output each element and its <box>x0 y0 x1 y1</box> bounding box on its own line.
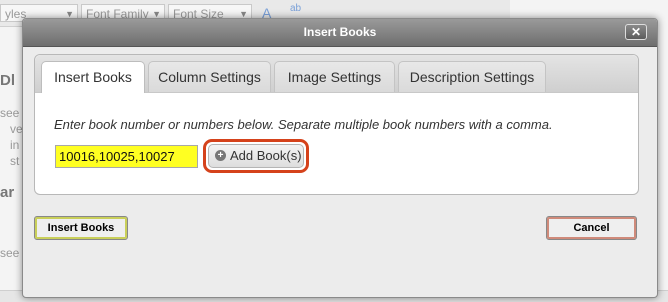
bg-fragment: ar <box>0 184 15 201</box>
instruction-text: Enter book number or numbers below. Sepa… <box>54 117 553 132</box>
close-button[interactable]: ✕ <box>625 24 647 40</box>
tab-image-settings[interactable]: Image Settings <box>274 61 395 92</box>
tab-insert-books[interactable]: Insert Books <box>41 61 145 93</box>
bg-fragment: Dl <box>0 72 15 89</box>
add-books-button[interactable]: + Add Book(s) <box>208 144 304 168</box>
insert-books-dialog: Insert Books ✕ Insert Books Column Setti… <box>22 18 658 298</box>
bg-fragment: see <box>0 246 20 260</box>
close-icon: ✕ <box>630 25 642 39</box>
book-numbers-input[interactable] <box>55 145 198 168</box>
tab-bar: Insert Books Column Settings Image Setti… <box>35 55 638 93</box>
bg-fragment: see <box>0 106 20 120</box>
plus-circle-icon: + <box>215 150 226 162</box>
tab-description-settings[interactable]: Description Settings <box>398 61 546 92</box>
tab-column-settings[interactable]: Column Settings <box>148 61 271 92</box>
cancel-button[interactable]: Cancel <box>546 216 637 240</box>
insert-books-button[interactable]: Insert Books <box>34 216 128 240</box>
highlight-color-icon[interactable]: ab <box>290 3 301 14</box>
dialog-title: Insert Books <box>303 25 377 39</box>
add-books-label: Add Book(s) <box>230 148 302 163</box>
dialog-titlebar[interactable]: Insert Books ✕ <box>23 19 657 47</box>
dialog-panel: Insert Books Column Settings Image Setti… <box>34 54 639 195</box>
